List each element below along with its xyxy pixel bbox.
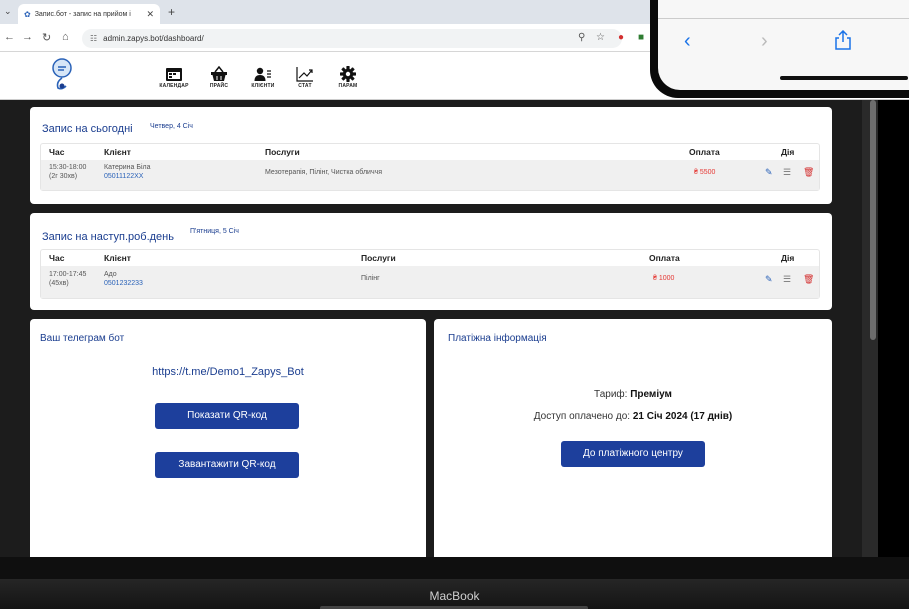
- favicon-icon: ✿: [24, 9, 31, 19]
- browser-tab[interactable]: ✿ Запис.бот - запис на прийом і ✕: [18, 4, 160, 24]
- phone-screen: ‹ ›: [658, 0, 909, 90]
- phone-share-icon[interactable]: [834, 30, 852, 50]
- access-label: Доступ оплачено до:: [533, 411, 631, 422]
- col-services: Послуги: [265, 147, 300, 157]
- nav-price[interactable]: ПРАЙС: [196, 66, 242, 89]
- next-date: П'ятниця, 5 Січ: [190, 228, 239, 235]
- nav-clients-label: КЛІЄНТИ: [251, 83, 275, 89]
- delete-icon[interactable]: 🗑: [803, 167, 814, 178]
- nav-stats[interactable]: СТАТ: [282, 66, 328, 89]
- nav-calendar[interactable]: КАЛЕНДАР: [151, 66, 197, 89]
- row-time: 17:00-17:45: [49, 271, 87, 278]
- row-duration: (45хв): [49, 280, 69, 287]
- edit-icon[interactable]: ✎: [765, 274, 773, 285]
- next-table: Час Клієнт Послуги Оплата Дія 17:00-17:4…: [40, 249, 820, 299]
- home-icon[interactable]: ⌂: [62, 31, 69, 43]
- next-day-appointments-card: Запис на наступ.роб.день П'ятниця, 5 Січ…: [30, 213, 832, 310]
- nav-params-label: ПАРАМ: [338, 83, 358, 89]
- col-time: Час: [49, 147, 65, 157]
- table-row[interactable]: [41, 266, 819, 298]
- payment-title: Платіжна інформація: [448, 333, 547, 344]
- today-date: Четвер, 4 Січ: [150, 123, 193, 130]
- col-action: Дія: [781, 147, 795, 157]
- back-icon[interactable]: ←: [4, 31, 15, 43]
- extension-icon[interactable]: ●: [618, 32, 624, 43]
- bot-title: Ваш телеграм бот: [40, 333, 125, 344]
- row-client-phone[interactable]: 0501232233: [104, 280, 143, 287]
- payment-info-card: Платіжна інформація Тариф: Преміум Досту…: [434, 319, 832, 559]
- extension-green-icon[interactable]: ■: [638, 32, 644, 43]
- row-payment: ₴ 1000: [653, 275, 675, 282]
- tab-title: Запис.бот - запис на прийом і: [34, 10, 131, 18]
- col-payment: Оплата: [689, 147, 720, 157]
- col-client: Клієнт: [104, 253, 131, 263]
- col-client: Клієнт: [104, 147, 131, 157]
- col-action: Дія: [781, 253, 795, 263]
- url-input[interactable]: ☷ admin.zapys.bot/dashboard/: [82, 29, 622, 48]
- laptop-brand: MacBook: [429, 589, 480, 603]
- col-services: Послуги: [361, 253, 396, 263]
- bookmark-star-icon[interactable]: ☆: [596, 32, 605, 43]
- gear-icon: [340, 66, 356, 82]
- scrollbar-thumb[interactable]: [870, 100, 876, 340]
- url-text: admin.zapys.bot/dashboard/: [103, 34, 204, 43]
- calendar-icon: [166, 68, 182, 81]
- reload-icon[interactable]: ↻: [42, 31, 51, 44]
- logo-icon[interactable]: [48, 56, 76, 92]
- tariff-line: Тариф: Преміум: [434, 389, 832, 400]
- row-services: Пілінг: [361, 275, 380, 282]
- nav-calendar-label: КАЛЕНДАР: [159, 83, 189, 89]
- forward-icon[interactable]: →: [22, 31, 33, 43]
- col-payment: Оплата: [649, 253, 680, 263]
- nav-clients[interactable]: КЛІЄНТИ: [240, 66, 286, 89]
- basket-icon: [211, 66, 227, 81]
- nav-price-label: ПРАЙС: [209, 83, 229, 89]
- comment-icon[interactable]: ☰: [783, 274, 791, 285]
- chart-icon: [296, 67, 313, 82]
- today-title: Запис на сьогодні: [42, 123, 133, 135]
- screen-edge: [878, 100, 909, 557]
- show-qr-button[interactable]: Показати QR-код: [155, 403, 299, 429]
- tariff-value: Преміум: [630, 389, 672, 400]
- nav-stats-label: СТАТ: [298, 83, 312, 89]
- comment-icon[interactable]: ☰: [783, 167, 791, 178]
- download-qr-button[interactable]: Завантажити QR-код: [155, 452, 299, 478]
- next-title: Запис на наступ.роб.день: [42, 231, 174, 243]
- col-time: Час: [49, 253, 65, 263]
- bot-link[interactable]: https://t.me/Demo1_Zapys_Bot: [30, 366, 426, 378]
- nav-params[interactable]: ПАРАМ: [325, 66, 371, 89]
- row-payment: ₴ 5500: [694, 169, 716, 176]
- delete-icon[interactable]: 🗑: [803, 274, 814, 285]
- tab-search-icon[interactable]: ⌄: [4, 6, 12, 17]
- phone-forward-icon[interactable]: ›: [761, 30, 768, 53]
- today-appointments-card: Запис на сьогодні Четвер, 4 Січ Час Кліє…: [30, 107, 832, 204]
- access-line: Доступ оплачено до: 21 Січ 2024 (17 днів…: [434, 411, 832, 422]
- site-info-icon[interactable]: ☷: [90, 34, 97, 43]
- access-value: 21 Січ 2024 (17 днів): [632, 411, 733, 422]
- row-client-name: Адо: [104, 271, 117, 278]
- zoom-icon[interactable]: ⚲: [578, 32, 585, 43]
- row-time: 15:30-18:00: [49, 164, 87, 171]
- clients-icon: [254, 67, 271, 81]
- row-duration: (2г 30хв): [49, 173, 78, 180]
- new-tab-icon[interactable]: +: [168, 5, 175, 19]
- telegram-bot-card: Ваш телеграм бот https://t.me/Demo1_Zapy…: [30, 319, 426, 559]
- row-client-name: Катерина Біла: [104, 164, 151, 171]
- row-client-phone[interactable]: 05011122XX: [104, 173, 143, 180]
- today-table: Час Клієнт Послуги Оплата Дія 15:30-18:0…: [40, 143, 820, 191]
- edit-icon[interactable]: ✎: [765, 167, 773, 178]
- row-services: Мезотерапія, Пілінг, Чистка обличчя: [265, 169, 383, 176]
- close-tab-icon[interactable]: ✕: [146, 9, 154, 20]
- phone-home-indicator: [780, 76, 908, 80]
- payment-center-button[interactable]: До платіжного центру: [561, 441, 705, 467]
- tariff-label: Тариф:: [594, 389, 628, 400]
- phone-divider: [658, 18, 909, 19]
- phone-back-icon[interactable]: ‹: [684, 30, 691, 53]
